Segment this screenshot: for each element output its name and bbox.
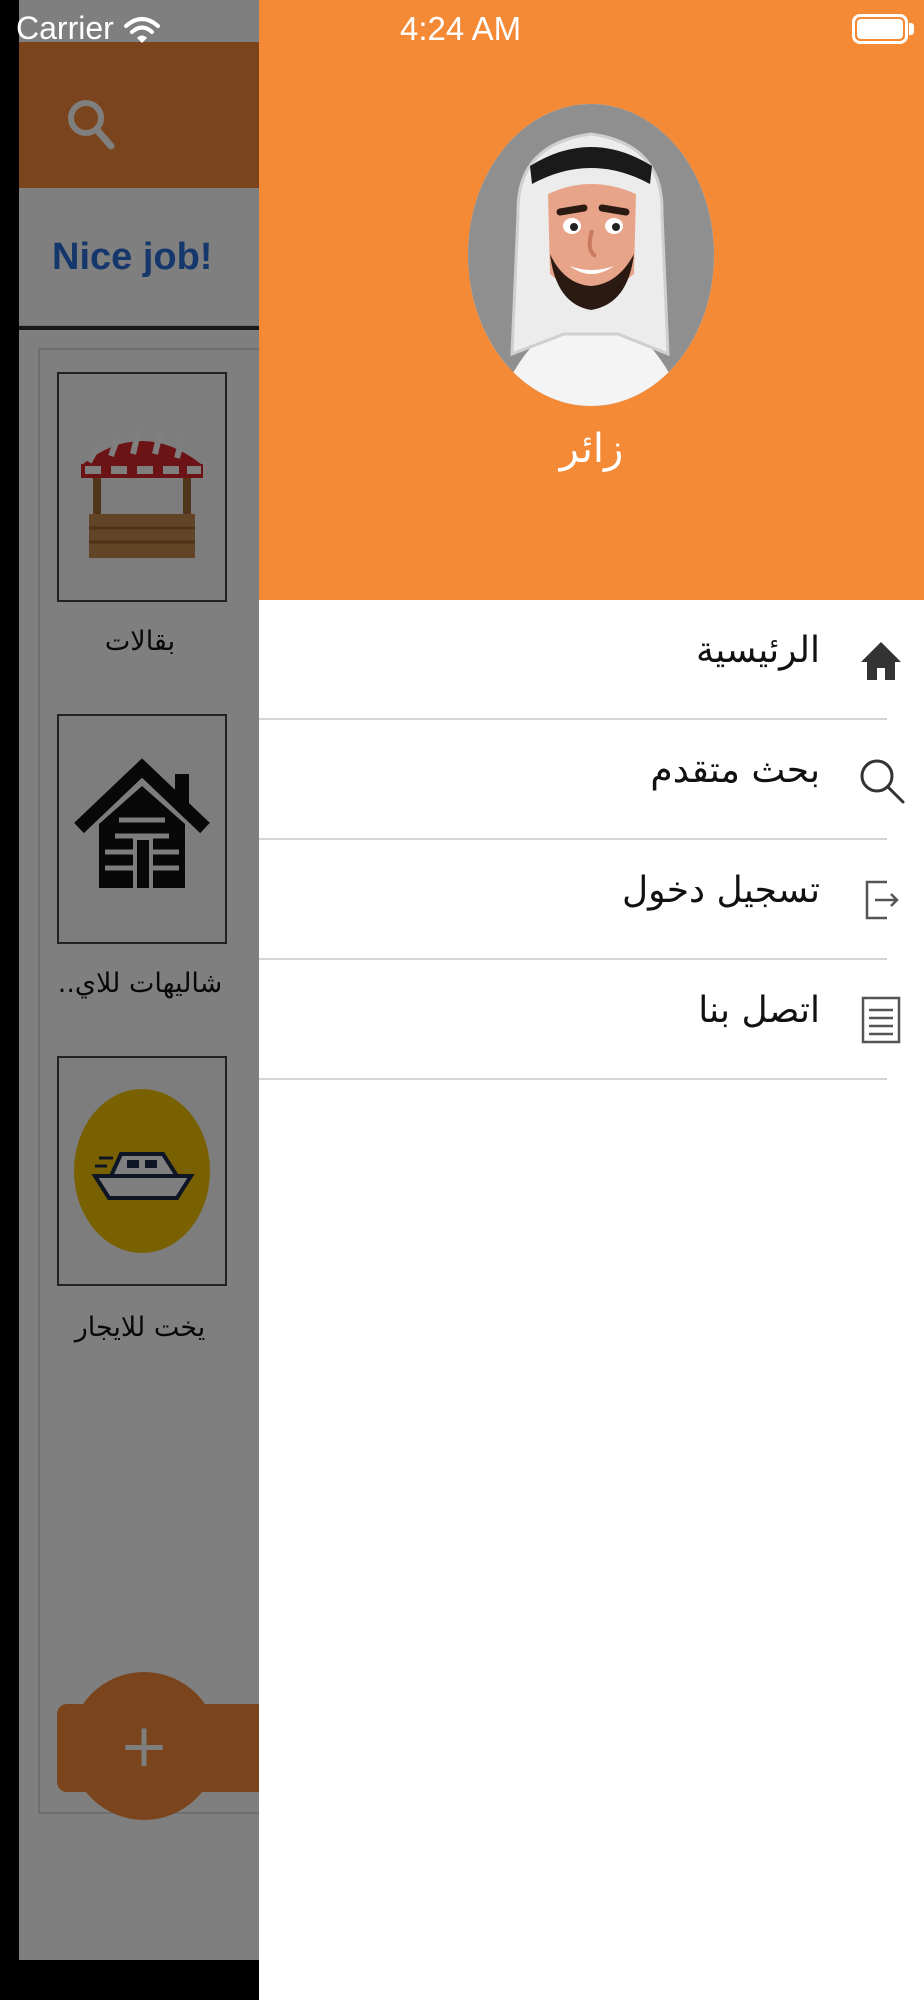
status-carrier: Carrier [16,10,114,46]
menu-item-label: الرئيسية [696,630,820,671]
menu-item-label: بحث متقدم [650,750,820,791]
avatar-image [468,104,714,406]
menu-item-label: اتصل بنا [698,990,820,1031]
menu-item-home[interactable]: الرئيسية [259,600,924,720]
status-time: 4:24 AM [400,10,522,47]
menu-item-login[interactable]: تسجيل دخول [259,840,924,960]
menu-item-advanced-search[interactable]: بحث متقدم [259,720,924,840]
menu-divider [259,1078,887,1080]
battery-cap [909,23,914,35]
home-icon [861,642,901,680]
search-icon [860,759,905,804]
wifi-icon [124,17,160,43]
document-icon [861,996,901,1044]
login-icon [865,880,899,920]
user-name: زائر [559,426,624,472]
user-avatar[interactable] [468,104,714,406]
menu-item-contact-us[interactable]: اتصل بنا [259,960,924,1080]
battery-level [857,19,903,39]
menu-item-label: تسجيل دخول [622,870,820,911]
